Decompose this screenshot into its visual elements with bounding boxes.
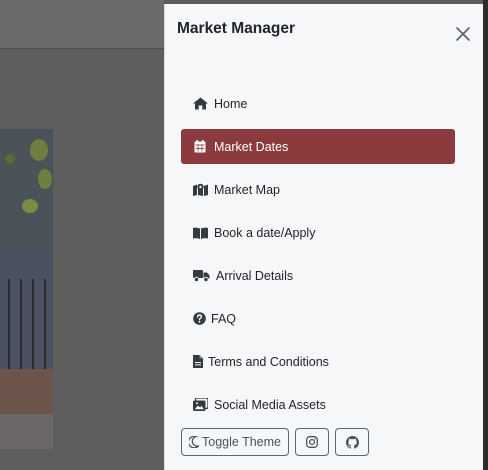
moon-icon [189,436,199,448]
nav-item-market-map[interactable]: Market Map [181,172,455,207]
instagram-button[interactable] [295,428,329,456]
instagram-icon [306,436,318,448]
nav-item-faq[interactable]: FAQ [181,301,455,336]
nav-item-label: Market Map [214,182,280,197]
nav-item-social-media-assets[interactable]: Social Media Assets [181,387,455,422]
truck-icon [192,269,210,283]
nav-item-market-dates[interactable]: Market Dates [181,129,455,164]
window-edge [483,0,488,470]
nav-item-label: Book a date/Apply [214,225,316,240]
toggle-theme-button[interactable]: Toggle Theme [181,428,289,456]
map-icon [192,183,208,197]
toggle-theme-label: Toggle Theme [202,435,281,449]
file-icon [192,355,203,369]
nav-item-arrival-details[interactable]: Arrival Details [181,258,455,293]
offcanvas-menu: Market Manager Home Market Dates Market … [164,4,483,470]
nav-item-terms[interactable]: Terms and Conditions [181,344,455,379]
github-button[interactable] [335,428,369,456]
images-icon [192,398,208,412]
nav-item-label: Arrival Details [216,268,294,283]
nav-item-label: Social Media Assets [214,397,326,412]
nav-item-label: Market Dates [214,139,289,154]
close-icon [456,27,470,41]
book-icon [192,226,208,240]
panel-title: Market Manager [177,20,296,37]
page: Market Manager Home Market Dates Market … [0,0,488,470]
nav-item-label: Home [214,96,248,111]
background-header [0,0,164,49]
calendar-icon [192,140,208,154]
github-icon [345,435,359,449]
panel-footer: Toggle Theme [181,428,369,456]
background-photo [0,129,53,449]
nav-item-label: FAQ [211,311,237,326]
home-icon [192,97,208,111]
nav-item-label: Terms and Conditions [208,354,329,369]
nav-item-book-apply[interactable]: Book a date/Apply [181,215,455,250]
nav-item-home[interactable]: Home [181,86,455,121]
question-circle-icon [192,312,206,326]
close-button[interactable] [453,24,473,44]
nav-menu: Home Market Dates Market Map Book a date… [181,86,455,430]
